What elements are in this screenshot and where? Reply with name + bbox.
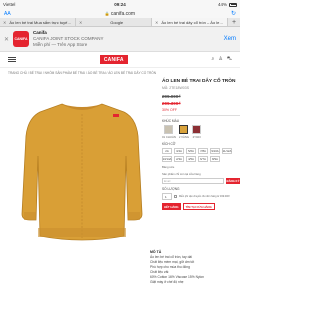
size-option[interactable]: 4/5A <box>186 156 196 162</box>
size-option[interactable]: 7/8A <box>198 148 208 154</box>
size-options: 2A 3/4A 5/6A 7/8A 9/10A 11/12A 13/14A 2/… <box>162 148 240 162</box>
tab-3[interactable]: ✕ Áo len bé trai dây cổ tròn – Áo len b..… <box>152 18 228 26</box>
reload-icon[interactable]: ↻ <box>220 10 236 17</box>
notify-row: Email ĐĂNG KÝ <box>162 178 240 184</box>
tab-bar: ✕Áo len bé trai Mua sắm trực tuyến Nhưng… <box>0 18 240 27</box>
tab-1[interactable]: ✕Áo len bé trai Mua sắm trực tuyến Nhưng… <box>0 18 76 26</box>
product-description: MÔ TẢ Áo len bé trai cổ tròn, tay dài Ch… <box>150 250 235 285</box>
action-row: HẾT HÀNG TÌM TẠI CỬA HÀNG <box>162 203 240 210</box>
size-option[interactable]: 2/3A <box>174 156 184 162</box>
app-info: Canifa CANIFA JOINT STOCK COMPANY Miễn p… <box>33 30 224 48</box>
cart-icon[interactable]: ⛍ <box>227 56 232 63</box>
stock-notice: Sản phẩm chỉ còn tại cửa hàng <box>162 172 201 176</box>
notify-button[interactable]: ĐĂNG KÝ <box>226 178 240 184</box>
description-line: Giặt máy ở chế độ nhẹ <box>150 280 184 284</box>
tab-label: Áo len bé trai dây cổ tròn – Áo len b... <box>161 19 224 25</box>
smart-app-banner: ✕ CANIFA Canifa CANIFA JOINT STOCK COMPA… <box>0 27 240 52</box>
close-tab-icon[interactable]: ✕ <box>3 20 6 25</box>
size-label: KÍCH CỠ <box>162 142 176 146</box>
sweater-image <box>21 103 143 241</box>
size-option[interactable]: 5/6A <box>186 148 196 154</box>
size-option[interactable]: 13/14A <box>162 156 172 162</box>
url-text: canifa.com <box>110 10 136 17</box>
size-guide-link[interactable]: Bảng size <box>162 165 240 169</box>
color-option[interactable]: 2 VÀNG <box>179 125 189 139</box>
clock: 09:24 <box>114 2 126 7</box>
quantity-label: SỐ LƯỢNG <box>162 187 180 191</box>
size-option[interactable]: 6/7A <box>198 156 208 162</box>
address-bar[interactable]: AA 🔒canifa.com ↻ <box>0 9 240 18</box>
search-icon[interactable]: ⌕ <box>212 56 215 63</box>
size-option[interactable]: 9/10A <box>210 148 220 154</box>
breadcrumb[interactable]: TRANG CHỦ / BÉ TRAI / NHÓM SẢN PHẨM BÉ T… <box>0 68 240 78</box>
account-icon[interactable]: ♙ <box>218 56 222 63</box>
status-bar: Viettel 09:24 44% <box>0 0 240 9</box>
app-icon: CANIFA <box>13 31 29 47</box>
color-code: 2Y023 <box>192 135 201 139</box>
app-store-label: Miễn phí — Trên App Store <box>33 42 88 47</box>
tab-2[interactable]: ✕ Google <box>76 18 152 26</box>
reader-options-button[interactable]: AA <box>4 11 20 17</box>
size-option[interactable]: 8/9A <box>210 156 220 162</box>
color-code: 01 CHUẨN <box>162 135 176 139</box>
color-swatch <box>164 125 174 134</box>
product-sku: MÃ: 2TE18W03S <box>162 86 190 90</box>
url-field[interactable]: 🔒canifa.com <box>20 11 220 17</box>
product-section: ÁO LEN BÉ TRAI DÂY CỔ TRÒN MÃ: 2TE18W03S… <box>0 78 240 264</box>
product-title: ÁO LEN BÉ TRAI DÂY CỔ TRÒN <box>162 79 236 84</box>
color-swatch <box>192 125 202 134</box>
product-image[interactable] <box>8 78 158 264</box>
size-option[interactable]: 3/4A <box>174 148 184 154</box>
notify-email-input[interactable]: Email <box>162 178 224 184</box>
out-of-stock-button[interactable]: HẾT HÀNG <box>162 203 181 210</box>
sale-price: 209.300₫ <box>162 101 181 106</box>
color-options: 01 CHUẨN 2 VÀNG 2Y023 <box>162 125 240 139</box>
battery-icon <box>229 2 237 7</box>
lock-icon: 🔒 <box>104 10 110 16</box>
color-code: 2 VÀNG <box>178 135 190 139</box>
view-app-button[interactable]: Xem <box>224 36 236 42</box>
site-header: CANIFA ⌕ ♙ ⛍ <box>0 52 240 68</box>
close-tab-icon[interactable]: ✕ <box>79 20 82 25</box>
quantity-row: 1 Miễn phí vận chuyển cho đơn hàng từ 49… <box>162 193 240 200</box>
color-label: KHÚC MÀU <box>162 119 180 123</box>
tab-label: Áo len bé trai Mua sắm trực tuyến Nhưng … <box>9 19 72 25</box>
color-option[interactable]: 01 CHUẨN <box>162 125 176 139</box>
color-swatch <box>179 125 189 134</box>
header-icons: ⌕ ♙ ⛍ <box>212 56 232 63</box>
find-in-store-button[interactable]: TÌM TẠI CỬA HÀNG <box>182 203 215 210</box>
shipping-note: Miễn phí vận chuyển cho đơn hàng từ 499.… <box>179 195 230 198</box>
size-option[interactable]: 11/12A <box>222 148 232 154</box>
divider <box>162 115 240 116</box>
shipping-checkbox[interactable] <box>174 195 177 198</box>
discount-label: 30% OFF <box>162 108 177 112</box>
color-option[interactable]: 2Y023 <box>192 125 202 139</box>
product-details: ÁO LEN BÉ TRAI DÂY CỔ TRÒN MÃ: 2TE18W03S… <box>158 78 240 264</box>
new-tab-icon[interactable]: + <box>228 18 240 26</box>
hamburger-menu-icon[interactable] <box>8 57 16 62</box>
close-banner-icon[interactable]: ✕ <box>4 36 13 43</box>
size-option[interactable]: 2A <box>162 148 172 154</box>
original-price: 299.000₫ <box>162 94 181 99</box>
quantity-input[interactable]: 1 <box>162 193 172 200</box>
tab-label: Google <box>110 19 124 25</box>
close-tab-icon[interactable]: ✕ <box>155 20 158 25</box>
site-logo[interactable]: CANIFA <box>99 55 128 64</box>
